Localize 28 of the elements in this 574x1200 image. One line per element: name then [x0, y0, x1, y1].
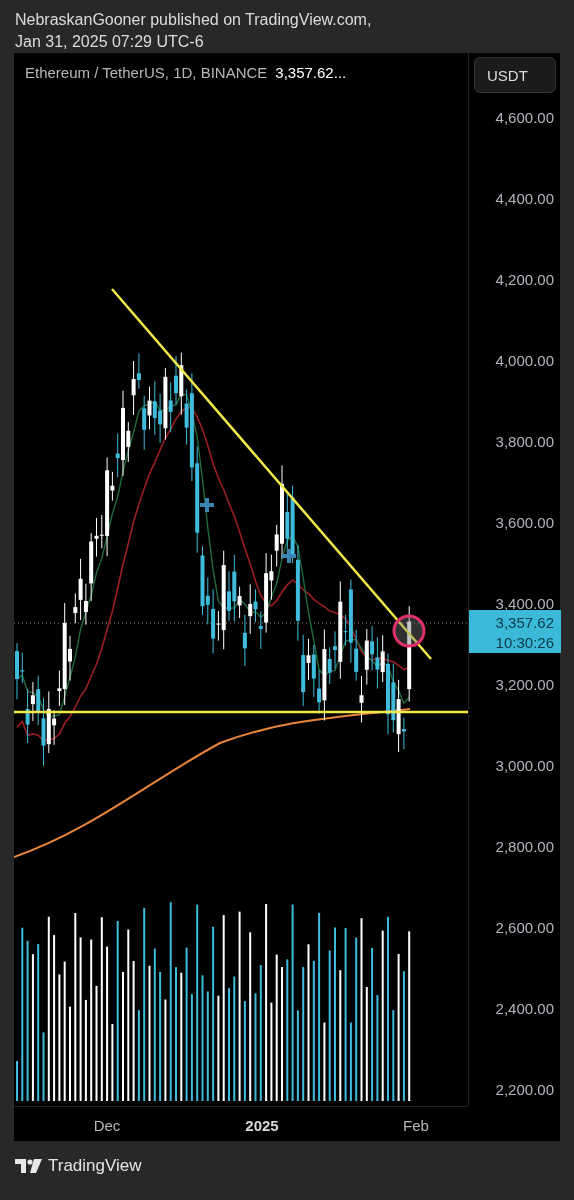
time-label: 2025: [245, 1117, 279, 1134]
publish-info: Jan 31, 2025 07:29 UTC-6: [15, 32, 205, 52]
price-label: 3,800.00: [495, 433, 554, 450]
price-label: 3,200.00: [495, 676, 554, 693]
price-label: 3,400.00: [495, 595, 554, 612]
time-label: Dec: [93, 1117, 121, 1134]
price-label: 4,000.00: [495, 352, 554, 369]
price-label: 4,200.00: [495, 271, 554, 288]
current-price: 3,357.62: [495, 614, 554, 631]
publish-info: NebraskanGooner published on TradingView.com,: [15, 10, 373, 30]
price-label: 4,400.00: [495, 190, 554, 207]
cross-marker-icon: [280, 547, 298, 565]
price-label: 2,800.00: [495, 838, 554, 855]
price-label: 3,600.00: [495, 514, 554, 531]
last-price: 3,357.62...: [275, 64, 347, 81]
cross-marker-icon: [198, 496, 216, 514]
logo-icon: [15, 1159, 42, 1173]
price-label: 2,600.00: [495, 919, 554, 936]
brand-name: TradingView: [48, 1156, 142, 1176]
time-label: Feb: [403, 1117, 429, 1134]
price-label: 2,400.00: [495, 1000, 554, 1017]
price-label: 2,200.00: [495, 1081, 554, 1098]
price-label: 3,000.00: [495, 757, 554, 774]
price-label: 4,600.00: [495, 109, 554, 126]
symbol-title: Ethereum / TetherUS, 1D, BINANCE: [25, 64, 268, 81]
highlight-circle: [392, 614, 426, 648]
currency-button[interactable]: USDT: [474, 57, 556, 93]
countdown-timer: 10:30:26: [495, 634, 554, 651]
